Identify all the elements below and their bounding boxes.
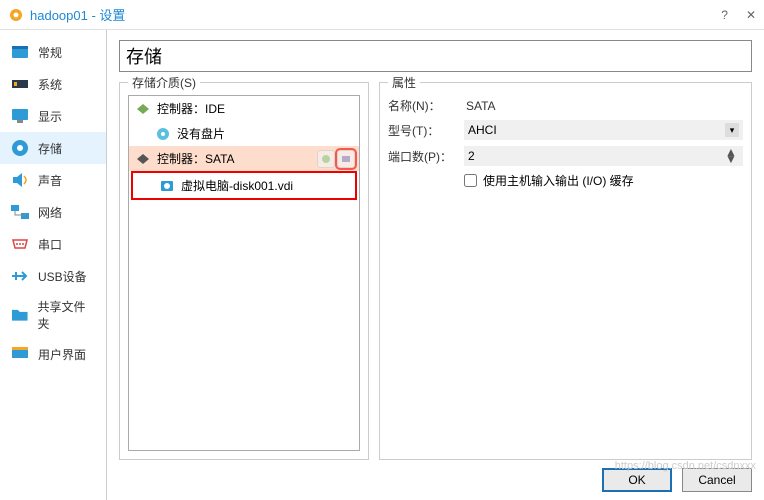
sidebar-item-network[interactable]: 网络	[0, 196, 106, 228]
tree-label: 虚拟电脑-disk001.vdi	[181, 177, 293, 194]
titlebar: hadoop01 - 设置 ? ✕	[0, 0, 764, 30]
ide-empty-disc[interactable]: 没有盘片	[129, 121, 359, 146]
window-title: hadoop01 - 设置	[30, 5, 721, 24]
chevron-down-icon: ▾	[725, 123, 739, 137]
attr-name-label: 名称(N)：	[388, 97, 458, 114]
nav-label: 系统	[38, 76, 62, 93]
attr-type-label: 型号(T)：	[388, 122, 458, 139]
sidebar-item-system[interactable]: 系统	[0, 68, 106, 100]
sidebar-item-audio[interactable]: 声音	[0, 164, 106, 196]
attr-port-label: 端口数(P)：	[388, 148, 458, 165]
app-icon	[8, 7, 24, 23]
attr-type-select[interactable]: AHCI ▾	[464, 120, 743, 140]
nav-label: 共享文件夹	[38, 298, 97, 332]
nav-label: 网络	[38, 204, 62, 221]
ui-icon	[10, 344, 30, 364]
attr-legend: 属性	[388, 74, 420, 91]
spin-arrows-icon: ▲▼	[725, 149, 739, 163]
add-harddisk-button[interactable]	[337, 150, 355, 168]
close-icon[interactable]: ✕	[746, 8, 756, 22]
sidebar-item-shared[interactable]: 共享文件夹	[0, 292, 106, 338]
harddisk-icon	[159, 178, 175, 194]
watermark: https://blog.csdn.net/csdnxxx	[615, 460, 756, 472]
controller-sata[interactable]: 控制器：SATA	[129, 146, 359, 171]
sidebar-item-display[interactable]: 显示	[0, 100, 106, 132]
nav-label: 用户界面	[38, 346, 86, 363]
general-icon	[10, 42, 30, 62]
serial-icon	[10, 234, 30, 254]
sidebar-item-ui[interactable]: 用户界面	[0, 338, 106, 370]
folder-icon	[10, 305, 30, 325]
usb-icon	[10, 266, 30, 286]
system-icon	[10, 74, 30, 94]
page-title: 存储	[119, 40, 752, 72]
attr-name-value[interactable]: SATA	[464, 98, 743, 114]
add-optical-button[interactable]	[317, 150, 335, 168]
tree-label: 控制器：IDE	[157, 100, 225, 117]
controller-icon	[135, 101, 151, 117]
nav-label: 显示	[38, 108, 62, 125]
io-cache-checkbox[interactable]	[464, 174, 477, 187]
display-icon	[10, 106, 30, 126]
disc-icon	[155, 126, 171, 142]
attributes-panel: 属性 名称(N)： SATA 型号(T)： AHCI ▾ 端口数(P)： 2 ▲…	[379, 82, 752, 460]
nav-label: USB设备	[38, 268, 87, 285]
io-cache-label: 使用主机输入输出 (I/O) 缓存	[483, 172, 634, 189]
nav-label: 声音	[38, 172, 62, 189]
attr-port-spinner[interactable]: 2 ▲▼	[464, 146, 743, 166]
tree-label: 没有盘片	[177, 125, 225, 142]
sidebar-item-serial[interactable]: 串口	[0, 228, 106, 260]
tree-label: 控制器：SATA	[157, 150, 235, 167]
select-value: AHCI	[468, 123, 497, 137]
controller-icon	[135, 151, 151, 167]
sidebar-item-storage[interactable]: 存储	[0, 132, 106, 164]
nav-label: 串口	[38, 236, 62, 253]
controller-ide[interactable]: 控制器：IDE	[129, 96, 359, 121]
nav-label: 存储	[38, 140, 62, 157]
sidebar-item-usb[interactable]: USB设备	[0, 260, 106, 292]
spin-value: 2	[468, 149, 475, 163]
sata-disk-vdi[interactable]: 虚拟电脑-disk001.vdi	[133, 173, 355, 198]
network-icon	[10, 202, 30, 222]
storage-icon	[10, 138, 30, 158]
storage-devices-panel: 存储介质(S) 控制器：IDE 没有盘片 控制器：SATA	[119, 82, 369, 460]
sidebar: 常规 系统 显示 存储 声音 网络	[0, 30, 107, 500]
storage-tree[interactable]: 控制器：IDE 没有盘片 控制器：SATA	[128, 95, 360, 451]
sidebar-item-general[interactable]: 常规	[0, 36, 106, 68]
storage-legend: 存储介质(S)	[128, 74, 200, 91]
audio-icon	[10, 170, 30, 190]
help-icon[interactable]: ?	[721, 8, 728, 22]
nav-label: 常规	[38, 44, 62, 61]
